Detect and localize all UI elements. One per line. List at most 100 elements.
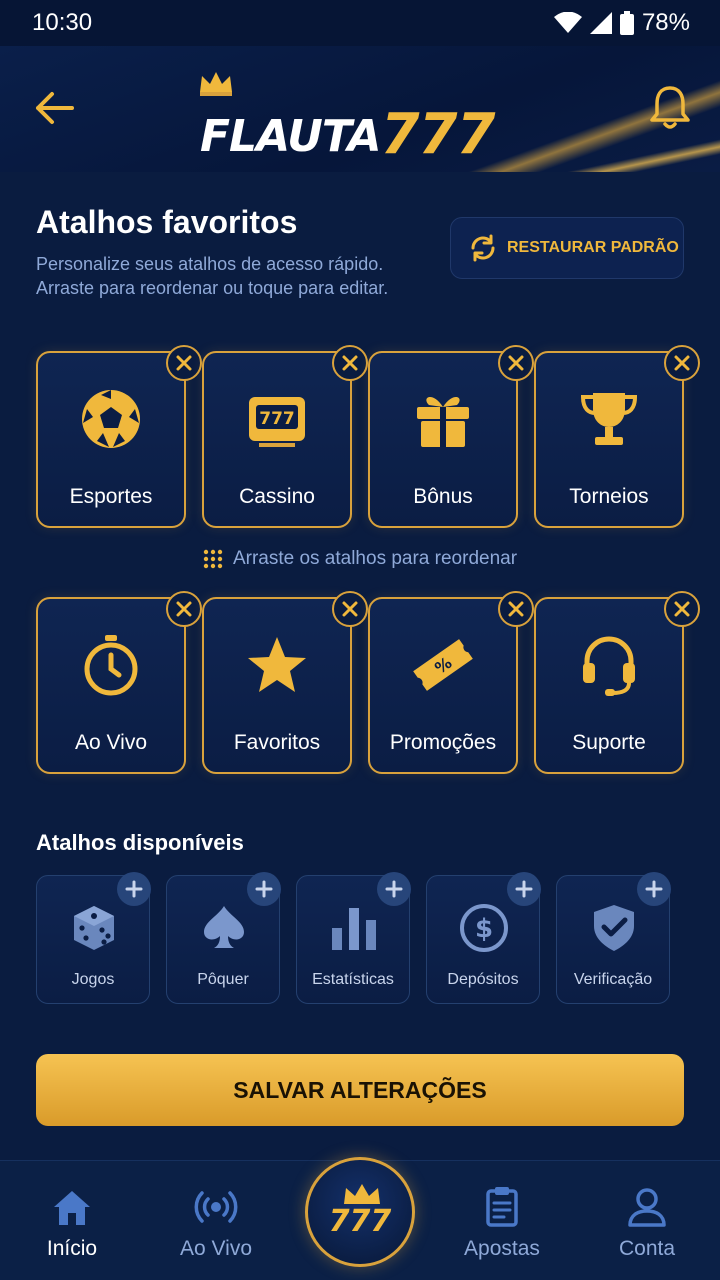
shortcut-label: Jogos xyxy=(71,971,115,988)
shortcut-label: Pôquer xyxy=(197,971,249,988)
stopwatch-icon xyxy=(84,635,138,696)
close-icon xyxy=(674,601,690,617)
remove-shortcut-button[interactable] xyxy=(664,591,700,627)
shortcut-label: Torneios xyxy=(569,485,649,508)
favorite-shortcut-torneios[interactable]: Torneios xyxy=(534,345,700,528)
battery-percent: 78% xyxy=(641,9,690,36)
shortcut-label: Verificação xyxy=(573,971,653,988)
brand-logo: FLAUTA777 xyxy=(200,66,520,167)
nav-label: Conta xyxy=(618,1237,676,1260)
status-time: 10:30 xyxy=(32,9,93,36)
reorder-hint: Arraste os atalhos para reordenar xyxy=(0,548,720,570)
back-arrow-icon[interactable] xyxy=(32,86,76,130)
nav-center-label: 777 xyxy=(328,1204,392,1239)
favorites-row-2: Ao Vivo Favoritos % Promoções Suporte xyxy=(36,591,700,774)
nav-item-home-777[interactable]: 777 xyxy=(305,1157,415,1267)
close-icon xyxy=(342,601,358,617)
shortcut-label: Bônus xyxy=(413,485,473,508)
close-icon xyxy=(508,601,524,617)
favorite-shortcut-favoritos[interactable]: Favoritos xyxy=(202,591,368,774)
favorite-shortcut-bonus[interactable]: Bônus xyxy=(368,345,534,528)
signal-icon xyxy=(589,12,612,34)
nav-item-inicio[interactable]: Início xyxy=(17,1185,127,1261)
close-icon xyxy=(176,601,192,617)
soccer-ball-icon xyxy=(82,390,140,448)
save-changes-button[interactable]: SALVAR ALTERAÇÕES xyxy=(36,1054,684,1126)
nav-label: Início xyxy=(46,1237,98,1260)
shortcut-label: Estatísticas xyxy=(312,971,394,988)
shortcut-label: Promoções xyxy=(389,731,497,754)
slot-machine-icon: 777 xyxy=(249,397,305,447)
favorite-shortcut-ao-vivo[interactable]: Ao Vivo xyxy=(36,591,202,774)
svg-text:777: 777 xyxy=(259,409,295,429)
favorite-shortcut-suporte[interactable]: Suporte xyxy=(534,591,700,774)
plus-icon xyxy=(385,880,403,898)
available-shortcut-verificacao[interactable]: Verificação xyxy=(556,872,671,1004)
shortcut-label: Favoritos xyxy=(233,731,321,754)
plus-icon xyxy=(645,880,663,898)
remove-shortcut-button[interactable] xyxy=(166,591,202,627)
wifi-icon xyxy=(553,12,582,33)
remove-shortcut-button[interactable] xyxy=(664,345,700,381)
close-icon xyxy=(176,355,192,371)
crown-icon xyxy=(200,72,232,96)
bell-icon[interactable] xyxy=(648,84,692,132)
ticket-icon: % xyxy=(413,639,473,691)
add-shortcut-button[interactable] xyxy=(117,872,151,906)
add-shortcut-button[interactable] xyxy=(507,872,541,906)
status-bar: 10:30 78% xyxy=(0,0,720,46)
available-shortcut-jogos[interactable]: Jogos xyxy=(36,872,151,1004)
gift-icon xyxy=(417,396,469,447)
refresh-icon xyxy=(471,234,495,262)
star-icon xyxy=(248,637,306,692)
page-subtitle: Personalize seus atalhos de acesso rápid… xyxy=(36,254,389,298)
user-icon xyxy=(628,1188,666,1227)
close-icon xyxy=(674,355,690,371)
close-icon xyxy=(508,355,524,371)
page-title: Atalhos favoritos xyxy=(36,204,298,240)
favorite-shortcut-esportes[interactable]: Esportes xyxy=(36,345,202,528)
nav-item-apostas[interactable]: Apostas xyxy=(447,1185,557,1261)
remove-shortcut-button[interactable] xyxy=(166,345,202,381)
dollar-icon: $ xyxy=(460,904,508,952)
nav-item-ao-vivo[interactable]: Ao Vivo xyxy=(161,1185,271,1261)
shortcut-label: Esportes xyxy=(69,485,153,508)
battery-icon xyxy=(619,11,634,35)
favorite-shortcut-promocoes[interactable]: % Promoções xyxy=(368,591,534,774)
app-header: FLAUTA777 xyxy=(0,46,720,172)
shortcut-label: Cassino xyxy=(239,485,315,508)
svg-text:$: $ xyxy=(475,914,493,944)
available-shortcuts-row: Jogos Pôquer Estatísticas $ Depósitos Ve… xyxy=(36,872,671,1004)
plus-icon xyxy=(515,880,533,898)
bar-chart-icon xyxy=(332,908,376,950)
remove-shortcut-button[interactable] xyxy=(498,591,534,627)
nav-label: Apostas xyxy=(464,1237,540,1260)
shortcut-label: Depósitos xyxy=(447,971,519,988)
remove-shortcut-button[interactable] xyxy=(332,345,368,381)
shortcut-label: Suporte xyxy=(572,731,646,754)
add-shortcut-button[interactable] xyxy=(637,872,671,906)
dice-icon xyxy=(74,906,114,950)
plus-icon xyxy=(255,880,273,898)
add-shortcut-button[interactable] xyxy=(377,872,411,906)
logo-word: FLAUTA xyxy=(200,111,382,162)
shortcut-label: Ao Vivo xyxy=(75,731,147,754)
available-shortcut-poquer[interactable]: Pôquer xyxy=(166,872,281,1004)
trophy-icon xyxy=(580,393,638,445)
restore-default-label: RESTAURAR PADRÃO xyxy=(507,239,679,256)
nav-item-conta[interactable]: Conta xyxy=(592,1185,702,1261)
logo-number: 777 xyxy=(380,102,496,167)
favorites-row-1: Esportes 777 Cassino Bônus Torneios xyxy=(36,345,700,528)
status-icons: 78% xyxy=(553,9,690,37)
restore-default-button[interactable]: RESTAURAR PADRÃO xyxy=(450,217,684,279)
shield-check-icon xyxy=(594,905,634,951)
favorite-shortcut-cassino[interactable]: 777 Cassino xyxy=(202,345,368,528)
clipboard-icon xyxy=(486,1187,518,1227)
plus-icon xyxy=(125,880,143,898)
remove-shortcut-button[interactable] xyxy=(332,591,368,627)
add-shortcut-button[interactable] xyxy=(247,872,281,906)
remove-shortcut-button[interactable] xyxy=(498,345,534,381)
main-content: Atalhos favoritos Personalize seus atalh… xyxy=(0,172,720,1160)
available-shortcut-depositos[interactable]: $ Depósitos xyxy=(426,872,541,1004)
available-shortcut-estatisticas[interactable]: Estatísticas xyxy=(296,872,411,1004)
